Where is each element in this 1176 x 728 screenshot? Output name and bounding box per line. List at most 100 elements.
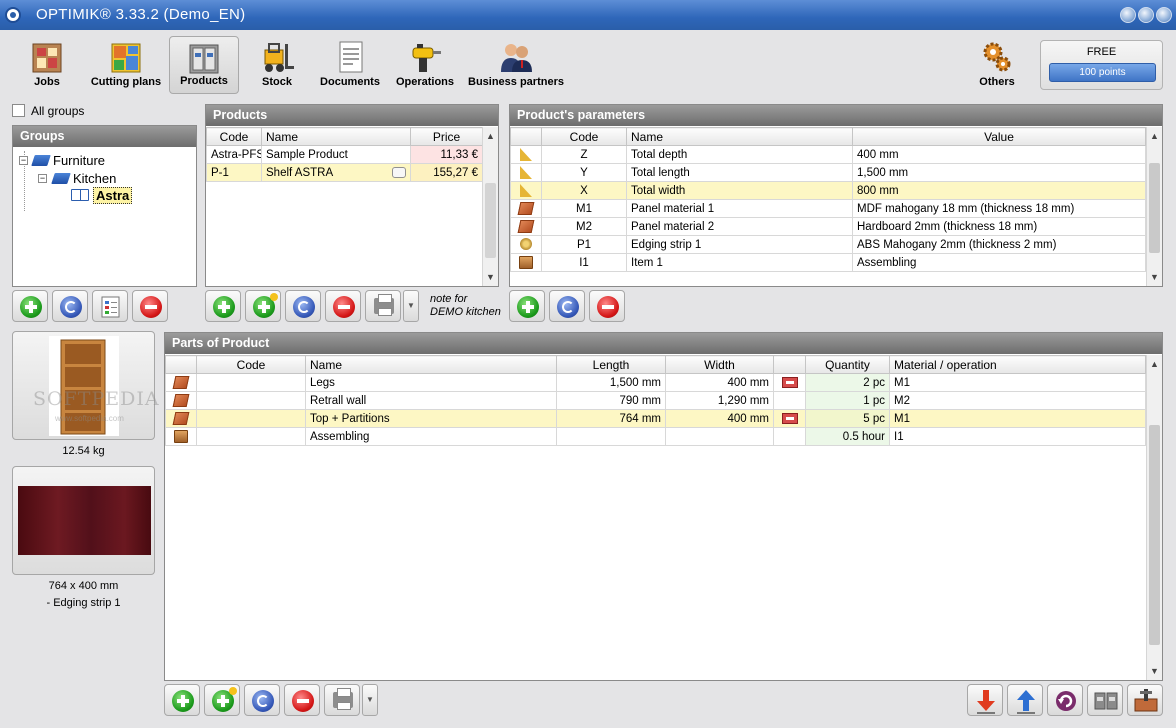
scroll-up-icon[interactable]: ▲ [483, 129, 498, 143]
toolbar-products-label: Products [180, 75, 228, 87]
edging-flag-icon[interactable] [781, 412, 798, 424]
column-header[interactable]: Code [206, 127, 262, 146]
tree-toggle-kitchen[interactable]: − [38, 174, 47, 183]
scroll-down-icon[interactable]: ▼ [1147, 270, 1162, 284]
param-value[interactable]: ABS Mahogany 2mm (thickness 2 mm) [852, 235, 1146, 254]
scroll-thumb[interactable] [485, 183, 496, 258]
tree-node-furniture[interactable]: Furniture [31, 153, 105, 168]
scroll-down-icon[interactable]: ▼ [483, 270, 498, 284]
table-row[interactable]: Top + Partitions 764 mm 400 mm 5 pc M1 [165, 409, 1146, 428]
scroll-up-icon[interactable]: ▲ [1147, 129, 1162, 143]
tree-node-kitchen[interactable]: Kitchen [51, 171, 116, 186]
all-groups-checkbox[interactable] [12, 104, 25, 117]
products-scrollbar[interactable]: ▲ ▼ [482, 127, 498, 286]
print-dropdown-button[interactable]: ▼ [403, 290, 419, 322]
refresh-groups-button[interactable] [52, 290, 88, 322]
delete-part-button[interactable] [284, 684, 320, 716]
column-header[interactable]: Value [852, 127, 1146, 146]
add-part-copy-button[interactable] [204, 684, 240, 716]
table-row[interactable]: Retrall wall 790 mm 1,290 mm 1 pc M2 [165, 391, 1146, 410]
minimize-button[interactable] [1120, 7, 1136, 23]
toolbar-products[interactable]: Products [169, 36, 239, 94]
add-copy-icon [253, 293, 278, 318]
delete-parameter-button[interactable] [589, 290, 625, 322]
add-group-button[interactable] [12, 290, 48, 322]
parameters-scrollbar[interactable]: ▲ ▼ [1146, 127, 1162, 286]
maximize-button[interactable] [1138, 7, 1154, 23]
move-up-button[interactable] [1007, 684, 1043, 716]
table-row[interactable]: X Total width 800 mm [510, 181, 1146, 200]
param-value[interactable]: 1,500 mm [852, 163, 1146, 182]
scroll-down-icon[interactable]: ▼ [1147, 664, 1162, 678]
table-row[interactable]: Legs 1,500 mm 400 mm 2 pc M1 [165, 373, 1146, 392]
cutting-button[interactable] [1127, 684, 1163, 716]
toolbar-operations[interactable]: Operations [392, 36, 458, 94]
toolbar-cutting-plans[interactable]: Cutting plans [88, 36, 164, 94]
app-icon[interactable] [5, 7, 21, 23]
add-product-copy-button[interactable] [245, 290, 281, 322]
toolbar-stock[interactable]: Stock [250, 36, 304, 94]
scroll-thumb[interactable] [1149, 163, 1160, 253]
scroll-up-icon[interactable]: ▲ [1147, 357, 1162, 371]
table-row[interactable]: I1 Item 1 Assembling [510, 253, 1146, 272]
table-row[interactable]: Assembling 0.5 hour I1 [165, 427, 1146, 446]
remove-icon [333, 296, 355, 318]
toolbar-cutting-plans-label: Cutting plans [90, 76, 162, 88]
param-value[interactable]: Hardboard 2mm (thickness 18 mm) [852, 217, 1146, 236]
toolbar-others[interactable]: Others [972, 36, 1022, 94]
column-header[interactable]: Quantity [805, 355, 890, 374]
move-down-button[interactable] [967, 684, 1003, 716]
refresh-parts-button[interactable] [244, 684, 280, 716]
print-parts-button[interactable] [324, 684, 360, 716]
column-header[interactable]: Name [305, 355, 557, 374]
delete-product-button[interactable] [325, 290, 361, 322]
edit-group-button[interactable] [92, 290, 128, 322]
toolbar-documents[interactable]: Documents [318, 36, 382, 94]
param-value[interactable]: Assembling [852, 253, 1146, 272]
layout-button[interactable] [1087, 684, 1123, 716]
column-header[interactable]: Name [626, 127, 853, 146]
table-row[interactable]: P1 Edging strip 1 ABS Mahogany 2mm (thic… [510, 235, 1146, 254]
column-header[interactable]: Code [196, 355, 306, 374]
edging-flag-icon[interactable] [781, 376, 798, 388]
param-value[interactable]: MDF mahogany 18 mm (thickness 18 mm) [852, 199, 1146, 218]
close-button[interactable] [1156, 7, 1172, 23]
tree-toggle-furniture[interactable]: − [19, 156, 28, 165]
delete-group-button[interactable] [132, 290, 168, 322]
table-row[interactable]: Y Total length 1,500 mm [510, 163, 1146, 182]
toolbar-business-partners[interactable]: Business partners [468, 36, 564, 94]
column-header[interactable]: Name [261, 127, 411, 146]
parts-panel: Parts of Product Code Name Length Width … [164, 332, 1163, 681]
column-header[interactable]: Length [556, 355, 666, 374]
refresh-parameters-button[interactable] [549, 290, 585, 322]
note-icon[interactable] [392, 167, 406, 178]
column-header[interactable]: Material / operation [889, 355, 1146, 374]
column-header[interactable]: Code [541, 127, 627, 146]
param-value[interactable]: 800 mm [852, 181, 1146, 200]
scroll-thumb[interactable] [1149, 425, 1160, 645]
add-parameter-button[interactable] [509, 290, 545, 322]
column-header[interactable]: Width [665, 355, 774, 374]
parts-scrollbar[interactable]: ▲ ▼ [1146, 355, 1162, 680]
product-image-frame[interactable]: SOFTPEDIA www.softpedia.com [12, 331, 159, 440]
ruler-icon [519, 166, 533, 179]
tree-node-astra[interactable]: Astra [71, 187, 133, 204]
table-row[interactable]: Z Total depth 400 mm [510, 145, 1146, 164]
table-row[interactable]: P-1 Shelf ASTRA 155,27 € [206, 163, 483, 182]
undo-button[interactable] [1047, 684, 1083, 716]
print-parts-dropdown-button[interactable]: ▼ [362, 684, 378, 716]
table-row[interactable]: Astra-PFS Sample Product 11,33 € [206, 145, 483, 164]
people-icon [498, 40, 534, 74]
print-products-button[interactable] [365, 290, 401, 322]
material-image-frame[interactable] [12, 466, 155, 575]
table-row[interactable]: M1 Panel material 1 MDF mahogany 18 mm (… [510, 199, 1146, 218]
add-part-button[interactable] [164, 684, 200, 716]
toolbar-jobs[interactable]: Jobs [18, 36, 76, 94]
param-code: I1 [541, 253, 627, 272]
refresh-products-button[interactable] [285, 290, 321, 322]
param-value[interactable]: 400 mm [852, 145, 1146, 164]
points-button[interactable]: 100 points [1049, 63, 1156, 82]
add-product-button[interactable] [205, 290, 241, 322]
table-row[interactable]: M2 Panel material 2 Hardboard 2mm (thick… [510, 217, 1146, 236]
column-header[interactable]: Price [410, 127, 483, 146]
